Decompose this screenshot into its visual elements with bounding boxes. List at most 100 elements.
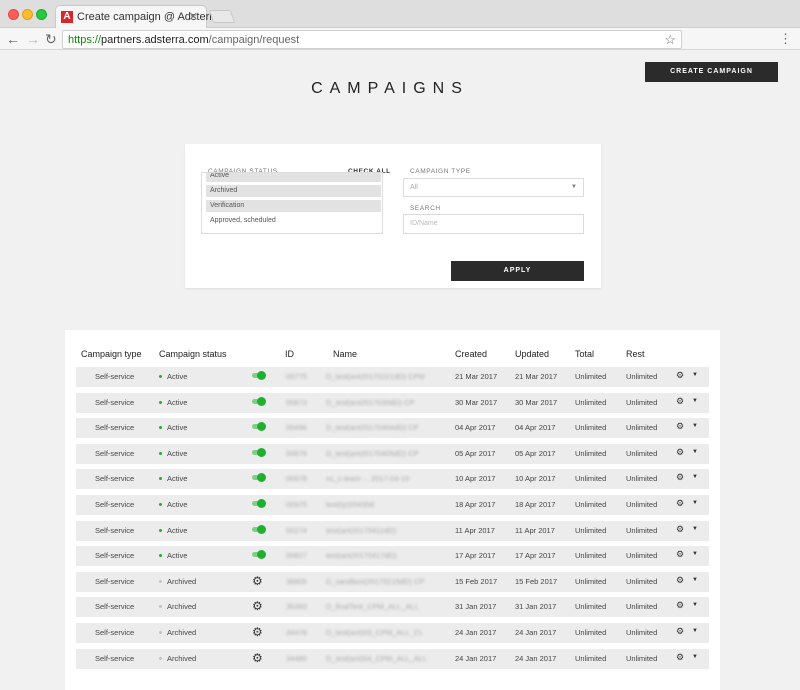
- status-option-verification[interactable]: Verification: [206, 200, 381, 212]
- chevron-down-icon[interactable]: ▼: [692, 423, 698, 429]
- table-row[interactable]: Self-service Active 00975 test(ty)20430d 18 …: [76, 495, 709, 515]
- settings-icon[interactable]: ⚙: [676, 524, 684, 535]
- campaign-status-list[interactable]: Active Archived Verification Approved, s…: [201, 172, 383, 234]
- chevron-down-icon[interactable]: ▼: [692, 526, 698, 532]
- settings-icon[interactable]: ⚙: [676, 498, 684, 509]
- settings-icon[interactable]: ⚙: [676, 421, 684, 432]
- row-updated: 24 Jan 2017: [515, 653, 557, 663]
- table-row[interactable]: Self-service Archived ⚙ 38805 D_sandbox(2017…: [76, 571, 709, 592]
- reload-icon[interactable]: ↻: [45, 31, 57, 47]
- campaign-type-label: CAMPAIGN TYPE: [410, 168, 471, 175]
- new-tab-button[interactable]: [208, 10, 236, 23]
- settings-icon[interactable]: ⚙: [676, 575, 684, 586]
- settings-icon[interactable]: ⚙: [676, 549, 684, 560]
- chevron-down-icon[interactable]: ▼: [692, 654, 698, 660]
- url-input[interactable]: https://partners.adsterra.com/campaign/r…: [62, 30, 682, 49]
- header-created[interactable]: Created: [455, 349, 487, 359]
- status-option-approved-scheduled[interactable]: Approved, scheduled: [206, 215, 381, 227]
- chevron-down-icon[interactable]: ▼: [692, 398, 698, 404]
- active-toggle[interactable]: [252, 473, 266, 483]
- status-option-active[interactable]: Active: [206, 173, 381, 182]
- header-campaign-type[interactable]: Campaign type: [81, 349, 142, 359]
- gear-icon[interactable]: ⚙: [252, 626, 263, 638]
- active-toggle[interactable]: [252, 447, 266, 457]
- menu-dots-icon[interactable]: ⋮: [779, 31, 792, 47]
- active-toggle[interactable]: [252, 396, 266, 406]
- header-campaign-status[interactable]: Campaign status: [159, 349, 227, 359]
- row-updated: 05 Apr 2017: [515, 448, 556, 458]
- chevron-down-icon[interactable]: ▼: [692, 474, 698, 480]
- chevron-down-icon[interactable]: ▼: [692, 551, 698, 557]
- row-id: 34478: [286, 628, 307, 637]
- chevron-down-icon[interactable]: ▼: [692, 577, 698, 583]
- row-name[interactable]: D_test(ant2017030dD) CP: [326, 398, 414, 407]
- settings-icon[interactable]: ⚙: [676, 396, 684, 407]
- settings-icon[interactable]: ⚙: [676, 447, 684, 458]
- status-dot-icon: [159, 477, 162, 481]
- row-name[interactable]: test(ant20170417dD): [326, 551, 396, 560]
- chevron-down-icon[interactable]: ▼: [692, 602, 698, 608]
- row-name[interactable]: D_test(ant20170404dD) CP: [326, 423, 419, 432]
- chevron-down-icon[interactable]: ▼: [692, 628, 698, 634]
- settings-icon[interactable]: ⚙: [676, 370, 684, 381]
- table-row[interactable]: Self-service Active 00274 test(ant20170411d…: [76, 520, 709, 541]
- settings-icon[interactable]: ⚙: [676, 472, 684, 483]
- active-toggle[interactable]: [252, 422, 266, 432]
- status-option-archived[interactable]: Archived: [206, 185, 381, 197]
- row-name[interactable]: D_test(ant)04_CPM_ALL_ALL: [326, 654, 427, 663]
- table-row[interactable]: Self-service Active 00878 D_test(ant2017040…: [76, 443, 709, 464]
- settings-icon[interactable]: ⚙: [676, 626, 684, 637]
- row-name[interactable]: test(ty)20430d: [326, 500, 374, 509]
- active-toggle[interactable]: [252, 499, 266, 508]
- table-row[interactable]: Self-service Active 00873 D_test(ant2017030…: [76, 392, 709, 413]
- row-name[interactable]: D_test(ant)03_CPM_ALL_CL: [326, 628, 424, 637]
- close-window-button[interactable]: [8, 9, 19, 20]
- header-name[interactable]: Name: [333, 349, 357, 359]
- apply-button[interactable]: APPLY: [451, 261, 584, 281]
- row-name[interactable]: D_finalTest_CPM_ALL_ALL: [326, 602, 419, 611]
- row-name[interactable]: D_test(ant20170405dD) CP: [326, 449, 419, 458]
- row-name[interactable]: D_test(ant20170221dD) CPM: [326, 372, 425, 381]
- row-campaign-status: Active: [167, 525, 188, 535]
- active-toggle[interactable]: [252, 550, 266, 560]
- table-row[interactable]: Self-service Active 00978 ss_c-team ... 201…: [76, 469, 709, 490]
- active-toggle[interactable]: [252, 524, 266, 534]
- forward-arrow-icon[interactable]: →: [26, 31, 40, 47]
- back-arrow-icon[interactable]: ←: [6, 31, 20, 47]
- campaign-type-select[interactable]: All ▼: [403, 178, 584, 197]
- table-row[interactable]: Self-service Archived ⚙ 34480 D_test(ant)04_…: [76, 648, 709, 669]
- header-updated[interactable]: Updated: [515, 349, 549, 359]
- star-icon[interactable]: ☆: [664, 32, 676, 48]
- table-row[interactable]: Self-service Archived ⚙ 34478 D_test(ant)03_…: [76, 623, 709, 643]
- row-name[interactable]: D_sandbox(20170215dD) CP: [326, 577, 424, 586]
- row-id: 00978: [286, 474, 307, 484]
- table-row[interactable]: Self-service Active 00496 D_test(ant2017040…: [76, 418, 709, 439]
- adsterra-logo-icon: A: [61, 11, 73, 23]
- table-row[interactable]: Self-service Active 00775 D_test(ant2017022…: [76, 367, 709, 387]
- maximize-window-button[interactable]: [36, 9, 47, 20]
- settings-icon[interactable]: ⚙: [676, 600, 684, 611]
- chevron-down-icon[interactable]: ▼: [692, 449, 698, 455]
- status-dot-icon: [159, 631, 162, 634]
- row-created: 17 Apr 2017: [455, 551, 496, 561]
- search-input[interactable]: ID/Name: [403, 214, 584, 234]
- row-name[interactable]: test(ant20170411dD): [326, 526, 396, 535]
- header-id[interactable]: ID: [285, 349, 294, 359]
- browser-tab[interactable]: A Create campaign @ Adsterra ✕: [55, 5, 219, 28]
- chevron-down-icon[interactable]: ▼: [692, 500, 698, 506]
- gear-icon[interactable]: ⚙: [252, 600, 263, 612]
- table-row[interactable]: Self-service Active 00827 test(ant20170417d…: [76, 546, 709, 567]
- create-campaign-button[interactable]: CREATE CAMPAIGN: [645, 62, 778, 82]
- tab-close-icon[interactable]: ✕: [189, 10, 198, 23]
- chevron-down-icon[interactable]: ▼: [692, 372, 698, 378]
- header-rest[interactable]: Rest: [626, 349, 645, 359]
- row-name[interactable]: ss_c-team ... 2017-04-10: [326, 474, 409, 483]
- minimize-window-button[interactable]: [22, 9, 33, 20]
- header-total[interactable]: Total: [575, 349, 594, 359]
- settings-icon[interactable]: ⚙: [676, 652, 684, 663]
- gear-icon[interactable]: ⚙: [252, 652, 263, 664]
- gear-icon[interactable]: ⚙: [252, 575, 263, 587]
- row-updated: 30 Mar 2017: [515, 397, 558, 407]
- active-toggle[interactable]: [252, 371, 266, 380]
- table-row[interactable]: Self-service Archived ⚙ 35393 D_finalTest_CP…: [76, 597, 709, 618]
